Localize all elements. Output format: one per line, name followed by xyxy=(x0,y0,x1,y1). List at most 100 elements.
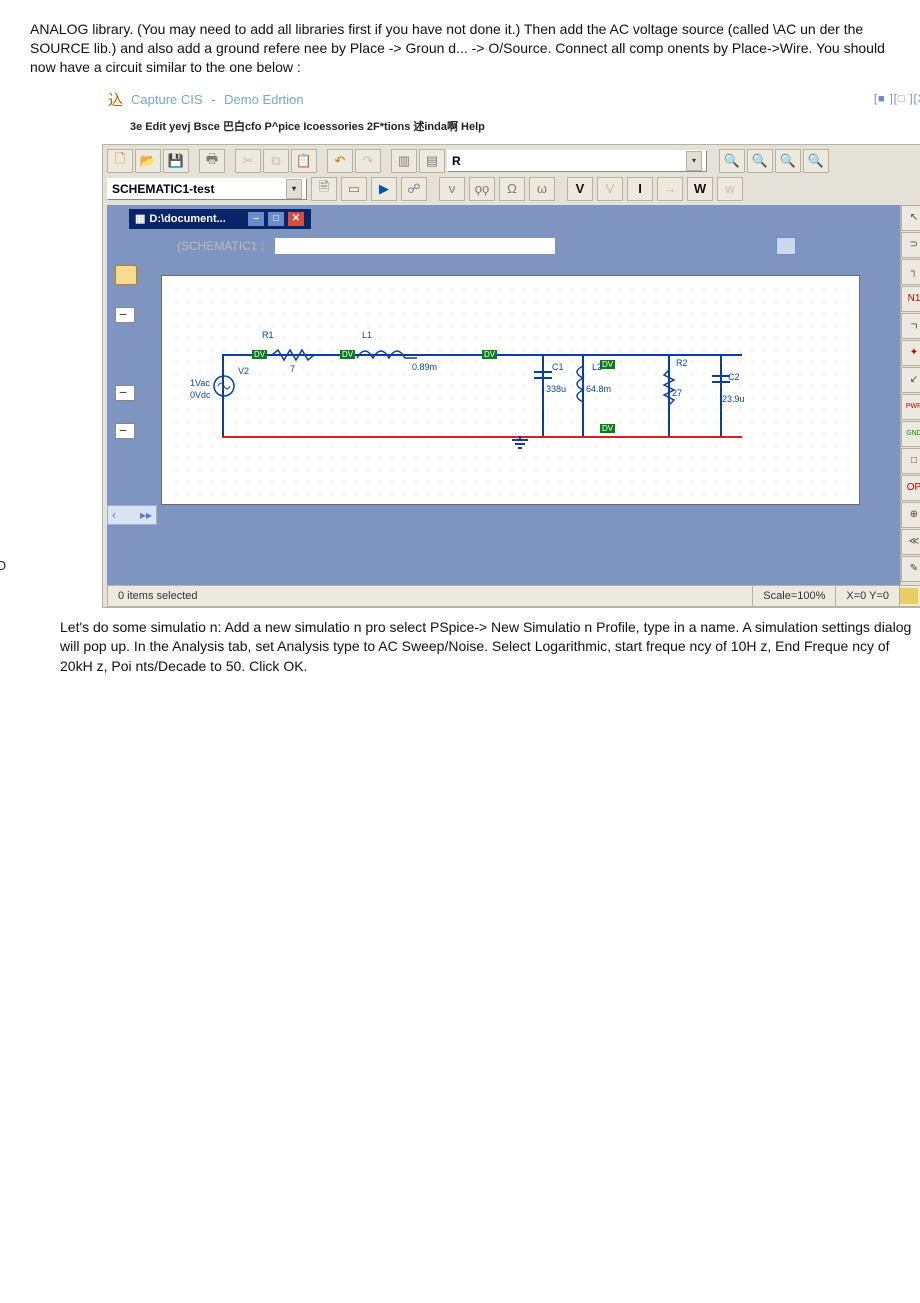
new-file-button[interactable]: 🗋 xyxy=(107,149,133,173)
doc-min-button[interactable]: – xyxy=(247,211,265,227)
doc-close-button[interactable]: ✕ xyxy=(287,211,305,227)
label-r2: R2 xyxy=(676,358,688,368)
paste-button[interactable]: 📋 xyxy=(291,149,317,173)
below-paragraph: Let's do some simulatio n: Add a new sim… xyxy=(60,618,920,677)
ground-symbol xyxy=(510,436,530,452)
app-name: Capture CIS xyxy=(131,92,203,107)
noconnect-tool[interactable]: ⊕ xyxy=(901,502,920,528)
status-icon-1[interactable] xyxy=(900,588,918,604)
resistor-r1 xyxy=(272,348,322,362)
power-tool[interactable]: PWR xyxy=(901,394,920,420)
save-button[interactable]: 💾 xyxy=(163,149,189,173)
sim-new-button[interactable]: 🗎 xyxy=(311,177,337,201)
titlebar: 込 Capture CIS - Demo Edrtion [■ ][□ ][X xyxy=(102,87,920,112)
status-selection: 0 items selected xyxy=(108,586,753,606)
select-tool[interactable]: ↖ xyxy=(901,205,920,231)
value-r1: 7 xyxy=(290,364,295,374)
page1-button[interactable]: ▥ xyxy=(391,149,417,173)
schematic-canvas[interactable]: R1 7 L1 0.89m DV DV DV DV DV xyxy=(161,275,860,505)
schematic-combo[interactable]: SCHEMATIC1-test ▾ xyxy=(107,178,307,200)
busentry-tool[interactable]: ↙ xyxy=(901,367,920,393)
toolbar-region: 🗋 📂 💾 🖶 ✂ ⧉ 📋 ↶ ↷ ▥ ▤ R ▾ xyxy=(102,144,920,608)
page2-button[interactable]: ▤ xyxy=(419,149,445,173)
collapse-icon-2[interactable] xyxy=(115,385,135,401)
copy-button[interactable]: ⧉ xyxy=(263,149,289,173)
text-tool[interactable]: ≪ xyxy=(901,529,920,555)
title-separator: - xyxy=(211,92,215,107)
marker-v2-button[interactable]: V xyxy=(597,177,623,201)
value-v2a: 1Vac xyxy=(190,378,210,388)
schematic-tab-row: (SCHEMATIC1 : xyxy=(177,237,900,255)
sim-settings-button[interactable]: ▭ xyxy=(341,177,367,201)
status-scale: Scale=100% xyxy=(753,586,836,606)
toolbar-row-1: 🗋 📂 💾 🖶 ✂ ⧉ 📋 ↶ ↷ ▥ ▤ R ▾ xyxy=(107,149,920,173)
schematic-tab-field[interactable] xyxy=(274,237,556,255)
status-coords: X=0 Y=0 xyxy=(836,586,900,606)
offpage-tool[interactable]: OP xyxy=(901,475,920,501)
redo-button[interactable]: ↷ xyxy=(355,149,381,173)
probe-w-button[interactable]: ω xyxy=(529,177,555,201)
doc-window-title: D:\document... xyxy=(149,213,225,225)
label-c1: C1 xyxy=(552,362,564,372)
probe-dv-2: DV xyxy=(340,350,355,359)
probe-dv-5: DV xyxy=(600,424,615,433)
schematic-tab-label: (SCHEMATIC1 : xyxy=(177,239,264,253)
dropdown-icon[interactable]: ▾ xyxy=(286,179,302,199)
bus-tool[interactable]: ㄱ xyxy=(901,313,920,339)
dropdown-icon[interactable]: ▾ xyxy=(686,151,702,171)
probe-dv-1: DV xyxy=(252,350,267,359)
scrollbar-horizontal[interactable]: ‹▸▸ xyxy=(107,505,157,525)
marker-i-button[interactable]: I xyxy=(627,177,653,201)
marker-w-button[interactable]: W xyxy=(687,177,713,201)
status-icons xyxy=(900,588,920,604)
label-l2: L2 xyxy=(592,362,602,372)
netname-tool[interactable]: N1 xyxy=(901,286,920,312)
marker-v-button[interactable]: V xyxy=(567,177,593,201)
wire-tool[interactable]: ┐ xyxy=(901,259,920,285)
source-v2 xyxy=(212,374,236,398)
probe-diff-button[interactable]: ϙϙ xyxy=(469,177,495,201)
cut-button[interactable]: ✂ xyxy=(235,149,261,173)
schematic-combo-value: SCHEMATIC1-test xyxy=(112,182,214,196)
doc-icon: ▦ xyxy=(135,212,145,225)
marker-i2-button[interactable]: → xyxy=(657,177,683,201)
print-button[interactable]: 🖶 xyxy=(199,149,225,173)
zoom-fit-button[interactable]: 🔍 xyxy=(803,149,829,173)
probe-i-button[interactable]: Ω xyxy=(499,177,525,201)
schematic-mini-button[interactable] xyxy=(776,237,796,255)
status-bar: 0 items selected Scale=100% X=0 Y=0 xyxy=(107,585,920,607)
junction-tool[interactable]: ✦ xyxy=(901,340,920,366)
open-file-button[interactable]: 📂 xyxy=(135,149,161,173)
label-c2: C2 xyxy=(728,372,740,382)
collapse-icon-3[interactable] xyxy=(115,423,135,439)
app-edition: Demo Edrtion xyxy=(224,92,303,107)
cap-c1 xyxy=(534,368,552,382)
label-r1: R1 xyxy=(262,330,274,340)
line-tool[interactable]: ✎ xyxy=(901,556,920,582)
doc-max-button[interactable]: □ xyxy=(267,211,285,227)
menu-items[interactable]: 3e Edit yevj Bsce 巴白cfo P^pice Icoessori… xyxy=(130,121,485,133)
marker-w2-button[interactable]: w xyxy=(717,177,743,201)
circuit-drawing: R1 7 L1 0.89m DV DV DV DV DV xyxy=(162,276,859,504)
probe-v-button[interactable]: ν xyxy=(439,177,465,201)
collapse-icon[interactable] xyxy=(115,307,135,323)
undo-button[interactable]: ↶ xyxy=(327,149,353,173)
zoom-out-button[interactable]: 🔍 xyxy=(747,149,773,173)
project-tree-icons xyxy=(115,265,137,439)
folder-icon[interactable] xyxy=(115,265,137,285)
results-button[interactable]: ☍ xyxy=(401,177,427,201)
part-tool[interactable]: ⊃ xyxy=(901,232,920,258)
zoom-in-button[interactable]: 🔍 xyxy=(719,149,745,173)
zoom-area-button[interactable]: 🔍 xyxy=(775,149,801,173)
menu-bar[interactable]: 3e Edit yevj Bsce 巴白cfo P^pice Icoessori… xyxy=(102,112,920,144)
app-icon-glyph: 込 xyxy=(108,89,123,110)
ground-tool[interactable]: GND xyxy=(901,421,920,447)
label-v2: V2 xyxy=(238,366,249,376)
part-search-combo[interactable]: R ▾ xyxy=(447,150,707,172)
doc-window-titlebar[interactable]: ▦ D:\document... – □ ✕ xyxy=(129,209,311,229)
value-l1: 0.89m xyxy=(412,362,437,372)
hier-tool[interactable]: □ xyxy=(901,448,920,474)
workspace: ▦ D:\document... – □ ✕ (SCHEMATIC1 : xyxy=(107,205,920,585)
window-controls[interactable]: [■ ][□ ][X xyxy=(874,93,920,105)
run-button[interactable]: ▶ xyxy=(371,177,397,201)
